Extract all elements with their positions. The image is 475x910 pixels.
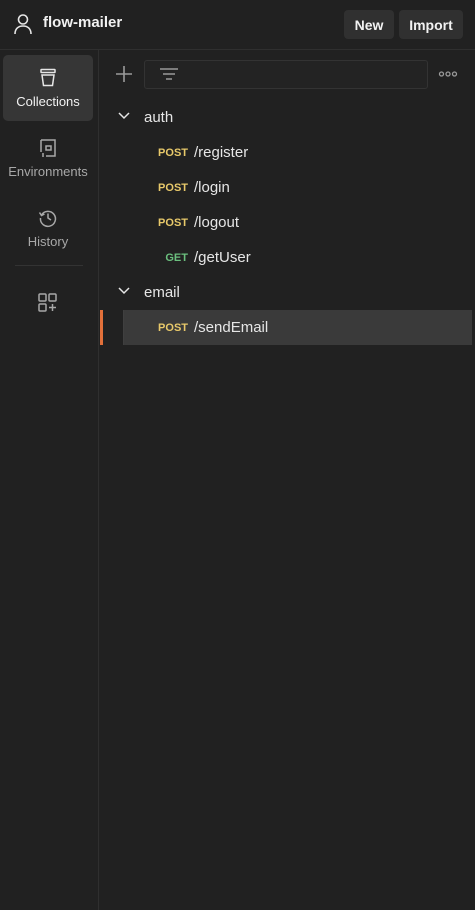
import-button[interactable]: Import xyxy=(399,10,463,39)
history-icon xyxy=(38,210,57,228)
filter-field[interactable] xyxy=(144,60,428,89)
request-path: /sendEmail xyxy=(194,319,269,336)
indent-guide xyxy=(123,310,124,345)
new-button[interactable]: New xyxy=(344,10,394,39)
user-icon xyxy=(14,14,32,35)
more-options-icon[interactable] xyxy=(438,66,458,82)
chevron-down-icon xyxy=(118,287,130,295)
filter-input[interactable] xyxy=(189,61,424,88)
filter-icon xyxy=(160,68,178,80)
request-row[interactable]: GET /getUser xyxy=(100,240,475,275)
request-path: /register xyxy=(194,144,249,161)
workspace-name[interactable]: flow-mailer xyxy=(43,14,122,31)
sidebar-item-environments[interactable]: Environments xyxy=(3,125,93,191)
folder-row-email[interactable]: email xyxy=(100,275,475,310)
environments-icon xyxy=(40,139,56,157)
request-path: /getUser xyxy=(194,249,251,266)
workspace-header: flow-mailer New Import xyxy=(0,0,475,50)
sidebar-item-history[interactable]: History xyxy=(3,195,93,261)
request-row[interactable]: POST /login xyxy=(100,170,475,205)
method-badge: GET xyxy=(165,252,188,264)
method-badge: POST xyxy=(158,217,188,229)
request-row[interactable]: POST /register xyxy=(100,135,475,170)
sidebar-item-label: Collections xyxy=(16,94,80,109)
sidebar-divider xyxy=(15,265,83,266)
method-badge: POST xyxy=(158,147,188,159)
app-window: flow-mailer New Import Collections Envir… xyxy=(0,0,475,910)
request-path: /login xyxy=(194,179,230,196)
chevron-down-icon xyxy=(118,112,130,120)
folder-name: auth xyxy=(144,109,174,126)
collections-icon xyxy=(40,68,56,87)
request-path: /logout xyxy=(194,214,240,231)
sidebar-item-collections[interactable]: Collections xyxy=(3,55,93,121)
method-badge: POST xyxy=(158,322,188,334)
request-row-selected[interactable]: POST /sendEmail xyxy=(100,310,475,345)
folder-name: email xyxy=(144,284,180,301)
add-collection-icon[interactable] xyxy=(114,64,134,84)
folder-row-auth[interactable]: auth xyxy=(100,100,475,135)
request-row[interactable]: POST /logout xyxy=(100,205,475,240)
method-badge: POST xyxy=(158,182,188,194)
configure-workbench-icon[interactable] xyxy=(37,292,59,314)
sidebar: Collections Environments History xyxy=(0,50,99,910)
selection-accent xyxy=(100,310,103,345)
sidebar-item-label: Environments xyxy=(8,164,88,179)
sidebar-item-label: History xyxy=(27,234,69,249)
